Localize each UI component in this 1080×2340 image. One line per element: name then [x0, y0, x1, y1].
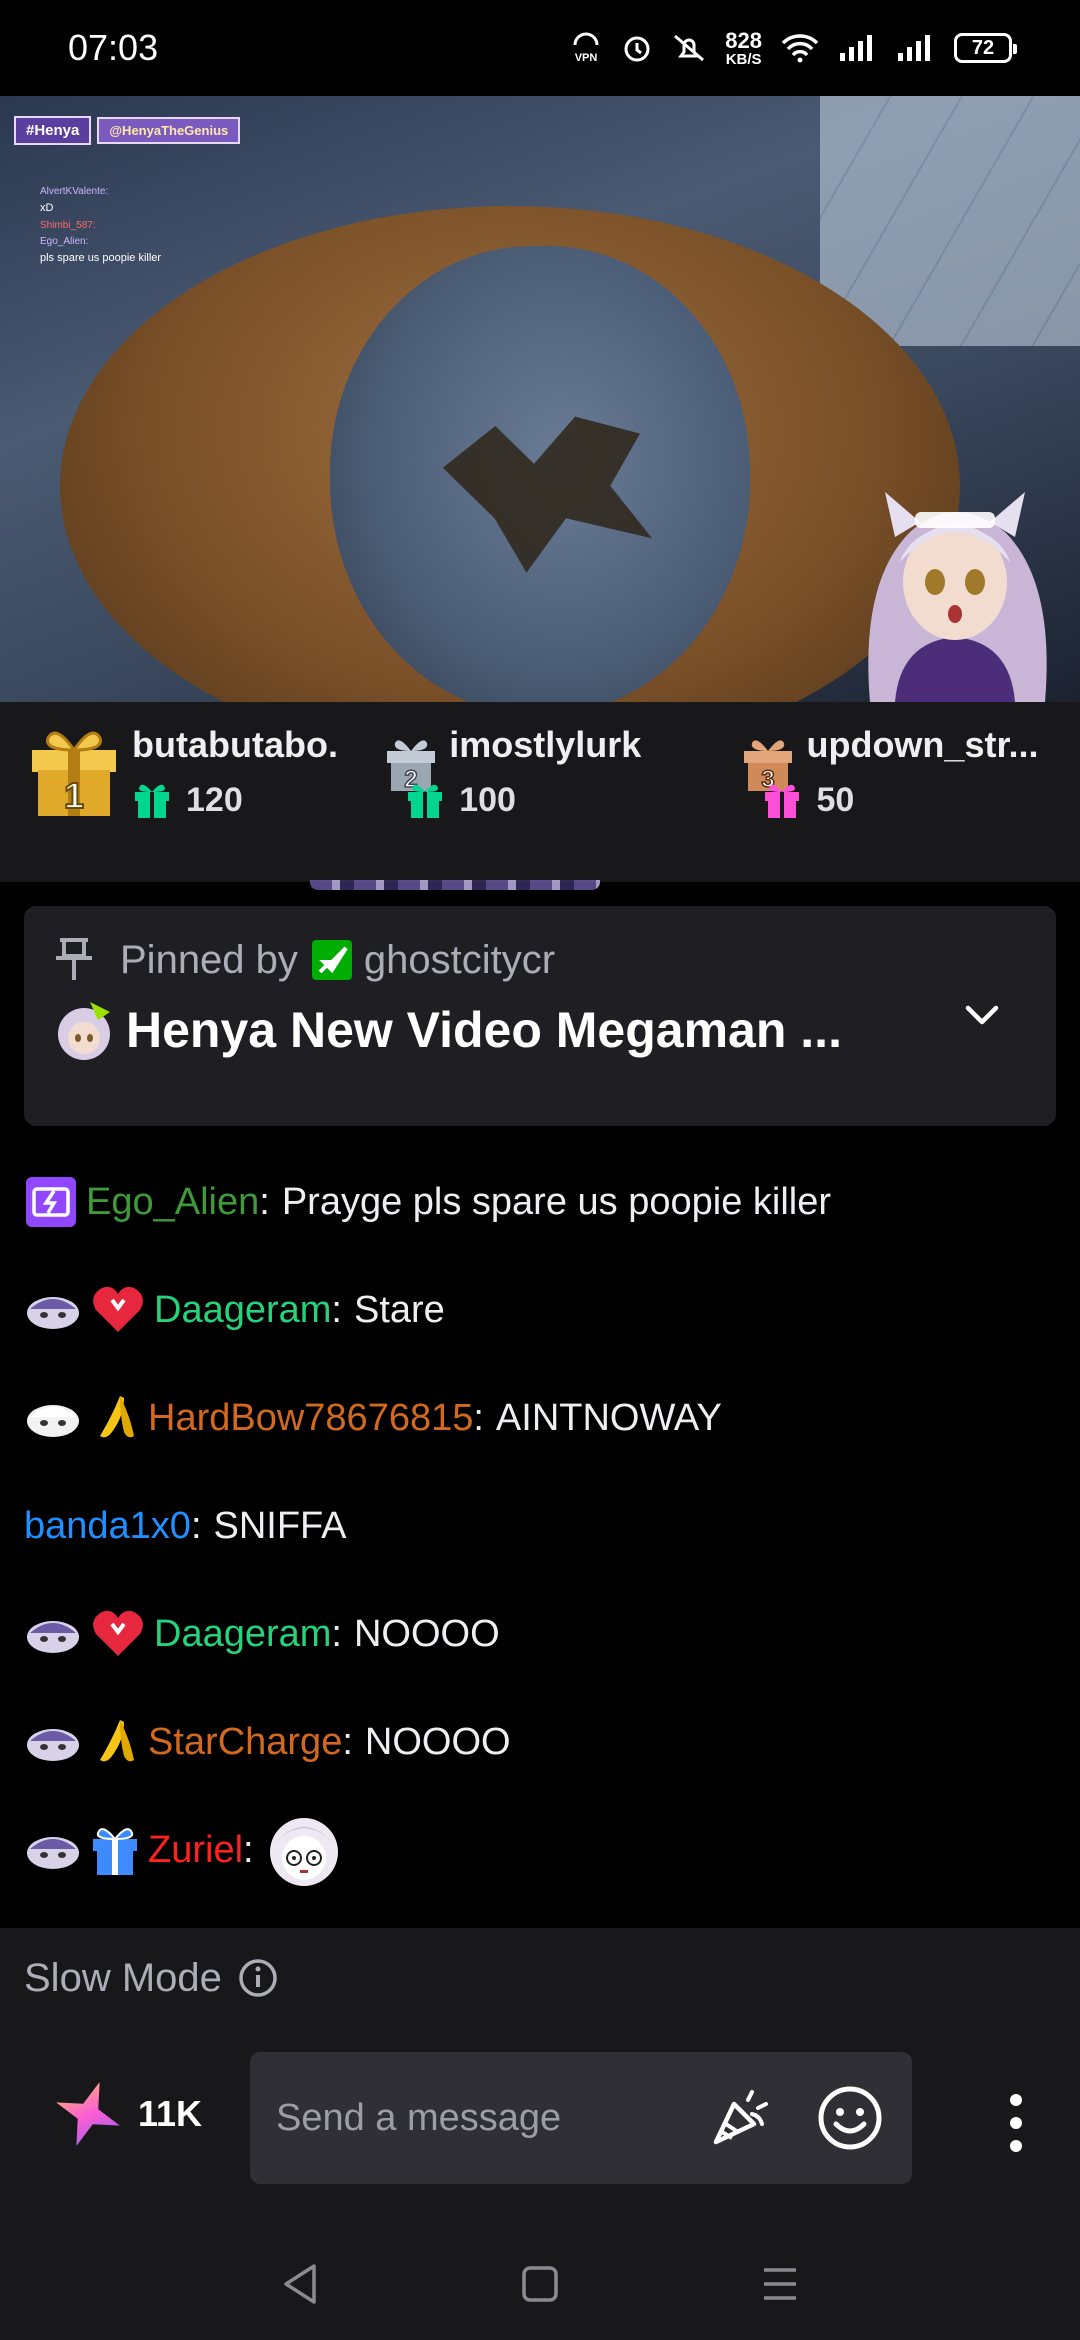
vtuber-avatar [868, 492, 1047, 702]
overlay-chat-user: Shimbi_587: [40, 219, 96, 231]
mute-icon [671, 32, 707, 64]
overlay-chat-msg: xD [40, 202, 54, 214]
chat-list: Ego_Alien : Prayge pls spare us poopie k… [24, 1148, 1064, 1904]
chat-message[interactable]: Zuriel : [24, 1796, 1064, 1904]
chat-text: AINTNOWAY [495, 1396, 722, 1439]
rank-1-gift-icon: 1 [24, 720, 124, 820]
leaderboard-item-3[interactable]: 3 updown_str... 50 [738, 720, 1056, 820]
pinned-message[interactable]: Pinned by ghostcitycr Henya New Video Me… [24, 906, 1056, 1126]
overlay-chat-msg: pls spare us poopie killer [40, 251, 162, 264]
stare-emote-icon [269, 1818, 338, 1886]
chat-text: SNIFFA [213, 1504, 347, 1547]
heart-badge-icon [93, 1610, 143, 1656]
chat-message[interactable]: HardBow78676815 : AINTNOWAY [24, 1364, 1064, 1472]
chat-message[interactable]: Daageram : NOOOO [24, 1580, 1064, 1688]
signal-icon [838, 33, 878, 63]
chat-username[interactable]: Ego_Alien [86, 1181, 259, 1224]
gift-icon [135, 784, 169, 818]
vpn-label: VPN [575, 52, 598, 64]
leaderboard-name: imostlylurk [449, 724, 642, 765]
chat-text: Stare [353, 1288, 445, 1331]
chat-message[interactable]: Daageram : Stare [24, 1256, 1064, 1364]
chat-username[interactable]: Zuriel [148, 1829, 243, 1872]
overlay-chat-user: AlvertKValente: [40, 186, 109, 197]
gift-icon [408, 784, 443, 818]
home-icon[interactable] [520, 2264, 560, 2304]
chat-username[interactable]: banda1x0 [24, 1505, 191, 1548]
leaderboard-count: 100 [459, 780, 516, 819]
chat-text: Prayge pls spare us poopie killer [281, 1180, 831, 1223]
chat-message[interactable]: Ego_Alien : Prayge pls spare us poopie k… [24, 1148, 1064, 1256]
chat-username[interactable]: Daageram [154, 1289, 331, 1332]
svg-text:1: 1 [64, 775, 84, 816]
chat-username[interactable]: Daageram [154, 1613, 331, 1656]
battery-indicator: 72 [954, 33, 1017, 63]
pinned-by-user[interactable]: ghostcitycr [364, 938, 555, 983]
chat-username[interactable]: HardBow78676815 [148, 1397, 473, 1440]
leaderboard-item-2[interactable]: 2 imostlylurk 100 [381, 720, 738, 820]
channel-points-button[interactable]: 11K [50, 2076, 202, 2152]
chat-text: NOOOO [353, 1612, 500, 1655]
recents-icon[interactable] [760, 2264, 800, 2304]
video-player[interactable]: #Henya @HenyaTheGenius AlvertKValente: x… [0, 96, 1080, 702]
signal-icon-2 [896, 33, 936, 63]
leaderboard-count: 120 [186, 780, 243, 819]
gift-sub-badge-icon [93, 1828, 137, 1875]
stream-overlay-tag: #Henya @HenyaTheGenius [14, 116, 241, 145]
wifi-icon [780, 32, 820, 64]
heart-badge-icon [93, 1286, 143, 1332]
system-nav-bar [0, 2228, 1080, 2340]
chat-input-bar: 11K [0, 2028, 1080, 2228]
status-bar: 07:03 VPN 828 KB/S 72 [0, 0, 1080, 96]
leaderboard-item-1[interactable]: 1 butabutabo. 120 [24, 720, 381, 820]
slow-mode-label: Slow Mode [24, 1955, 222, 2000]
chat-username[interactable]: StarCharge [148, 1721, 342, 1764]
overlay-handle: @HenyaTheGenius [97, 117, 241, 144]
chat-message[interactable]: StarCharge : NOOOO [24, 1688, 1064, 1796]
prime-badge-icon [26, 1177, 76, 1227]
channel-points-count: 11K [138, 2093, 203, 2134]
pinned-title: Henya New Video Megaman ... [126, 1002, 842, 1058]
sub-badge-icon [27, 1729, 79, 1761]
sub-badge-icon [27, 1405, 79, 1437]
gift-icon [765, 784, 800, 818]
pin-icon [56, 938, 92, 980]
chat-text: NOOOO [364, 1720, 511, 1763]
sub-badge-icon [27, 1837, 79, 1869]
message-input-box[interactable] [250, 2052, 912, 2184]
overlay-chat-user: Ego_Alien: [40, 235, 89, 247]
sub-badge-icon [27, 1621, 79, 1653]
emoji-icon[interactable] [816, 2084, 884, 2152]
leaderboard-name: updown_str... [806, 724, 1039, 765]
stream-overlay-chat: AlvertKValente: xD Shimbi_587: Ego_Alien… [40, 184, 260, 267]
alarm-icon [621, 32, 653, 64]
leaderboard-count: 50 [816, 780, 855, 819]
channel-points-icon [56, 2082, 120, 2146]
vpn-icon: VPN [569, 31, 603, 65]
gift-leaderboard: 1 butabutabo. 120 2 imostlylurk 100 3 up… [0, 702, 1080, 882]
banana-badge-icon [100, 1396, 134, 1438]
message-input[interactable] [274, 2095, 674, 2141]
sub-badge-icon [27, 1297, 79, 1329]
slow-mode-bar: Slow Mode [0, 1928, 1080, 2028]
chevron-down-icon[interactable] [962, 1000, 1002, 1030]
overlay-hashtag: #Henya [14, 116, 92, 145]
net-speed: 828 KB/S [725, 27, 762, 68]
status-icons: VPN 828 KB/S 72 [569, 27, 1017, 68]
banana-badge-icon [100, 1720, 134, 1762]
pinned-label: Pinned by [120, 937, 298, 982]
moderator-badge-icon [311, 940, 352, 980]
channel-emote-icon [58, 1002, 110, 1060]
kebab-icon[interactable] [1008, 2092, 1024, 2154]
leaderboard-name: butabutabo. [132, 724, 338, 765]
emote-strip [310, 880, 600, 890]
chat-message[interactable]: banda1x0 : SNIFFA [24, 1472, 1064, 1580]
back-icon[interactable] [280, 2262, 320, 2306]
info-icon[interactable] [238, 1958, 278, 1998]
cheer-icon[interactable] [708, 2086, 772, 2150]
status-time: 07:03 [68, 27, 159, 68]
